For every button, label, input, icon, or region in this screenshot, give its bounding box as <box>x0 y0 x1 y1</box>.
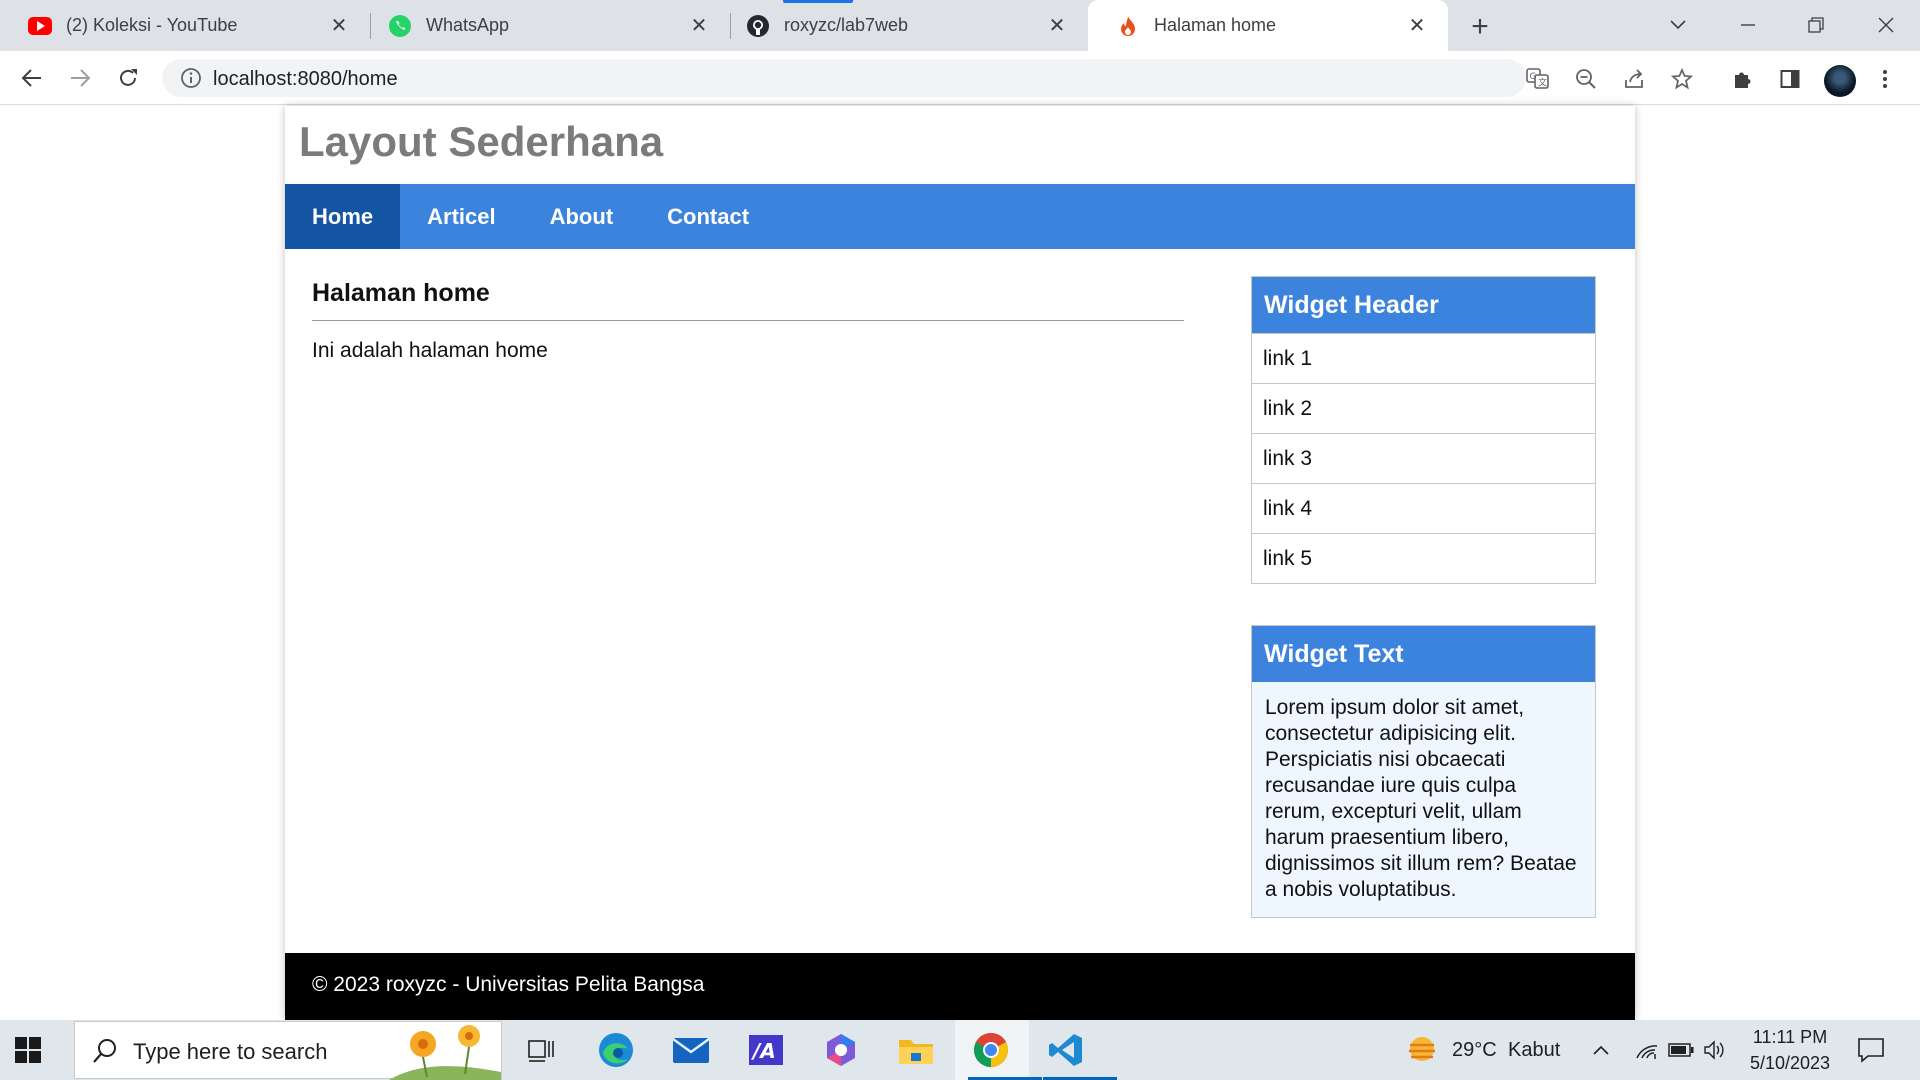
site-footer: © 2023 roxyzc - Universitas Pelita Bangs… <box>285 953 1635 1020</box>
flame-icon <box>1116 14 1140 38</box>
zoom-out-icon[interactable] <box>1574 67 1598 91</box>
search-highlight-flowers-icon <box>389 1022 501 1080</box>
site-title: Layout Sederhana <box>299 118 664 165</box>
search-placeholder: Type here to search <box>133 1039 328 1064</box>
share-icon[interactable] <box>1622 67 1646 91</box>
site-info-icon[interactable] <box>180 67 202 89</box>
main-nav: Home Articel About Contact <box>285 184 1635 249</box>
chrome-icon[interactable] <box>968 1028 1042 1080</box>
visual-studio-app-icon[interactable]: /A <box>743 1028 789 1072</box>
content-body: Ini adalah halaman home <box>312 339 548 362</box>
nav-link-articel[interactable]: Articel <box>400 184 522 249</box>
windows-taskbar: Type here to search /A 29°C Kabut 11:11 … <box>0 1020 1920 1080</box>
weather-icon[interactable] <box>1399 1028 1445 1072</box>
nav-link-about[interactable]: About <box>523 184 641 249</box>
windows-start-icon[interactable] <box>14 1036 42 1064</box>
notifications-icon[interactable] <box>1848 1028 1894 1072</box>
content-heading: Halaman home <box>312 279 1184 321</box>
widget-header-title: Widget Header <box>1252 277 1595 333</box>
weather-description[interactable]: Kabut <box>1508 1039 1560 1062</box>
new-tab-button[interactable]: + <box>1463 10 1497 44</box>
close-tab-icon[interactable]: ✕ <box>1404 12 1430 38</box>
reload-icon[interactable] <box>110 60 146 96</box>
tray-chevron-up-icon[interactable] <box>1586 1028 1616 1072</box>
main-content: Halaman home Ini adalah halaman home <box>312 279 1184 363</box>
window-close-icon[interactable] <box>1866 8 1906 42</box>
widget-link-1[interactable]: link 1 <box>1252 333 1595 383</box>
tab-whatsapp[interactable]: WhatsApp ✕ <box>360 0 731 51</box>
address-bar[interactable]: localhost:8080/home G文 <box>162 59 1693 97</box>
svg-text:文: 文 <box>1538 77 1547 89</box>
nav-link-home[interactable]: Home <box>285 184 401 249</box>
browser-toolbar: localhost:8080/home G文 <box>0 51 1920 105</box>
close-tab-icon[interactable]: ✕ <box>326 12 352 38</box>
restore-icon[interactable] <box>1796 8 1836 42</box>
svg-text:G: G <box>1530 72 1537 82</box>
back-arrow-icon[interactable] <box>14 60 50 96</box>
close-tab-icon[interactable]: ✕ <box>686 12 712 38</box>
kebab-menu-icon[interactable] <box>1872 66 1898 92</box>
tab-halaman-home[interactable]: Halaman home ✕ <box>1088 0 1448 51</box>
edge-browser-icon[interactable] <box>593 1028 639 1072</box>
search-icon <box>91 1037 119 1065</box>
minimize-icon[interactable] <box>1728 8 1768 42</box>
vscode-icon[interactable] <box>1043 1028 1117 1080</box>
microsoft-365-icon[interactable] <box>818 1028 864 1072</box>
github-icon <box>746 14 770 38</box>
tab-youtube[interactable]: (2) Koleksi - YouTube ✕ <box>0 0 371 51</box>
widget-link-3[interactable]: link 3 <box>1252 433 1595 483</box>
weather-temperature[interactable]: 29°C <box>1452 1039 1497 1062</box>
tab-title: roxyzc/lab7web <box>784 15 909 35</box>
page-viewport: Layout Sederhana Home Articel About Cont… <box>0 106 1920 1020</box>
widget-text: Widget Text Lorem ipsum dolor sit amet, … <box>1251 625 1596 918</box>
widget-text-title: Widget Text <box>1252 626 1595 682</box>
mail-icon[interactable] <box>668 1028 714 1072</box>
wifi-icon[interactable] <box>1632 1028 1662 1072</box>
close-tab-icon[interactable]: ✕ <box>1044 12 1070 38</box>
site-header: Layout Sederhana <box>285 106 1635 184</box>
widget-link-4[interactable]: link 4 <box>1252 483 1595 533</box>
widget-link-5[interactable]: link 5 <box>1252 533 1595 583</box>
taskbar-clock[interactable]: 11:11 PM 5/10/2023 <box>1740 1024 1840 1076</box>
widget-links: Widget Header link 1 link 2 link 3 link … <box>1251 276 1596 584</box>
tab-search-chevron-icon[interactable] <box>1658 8 1698 42</box>
taskbar-search[interactable]: Type here to search <box>74 1021 502 1080</box>
battery-icon[interactable] <box>1666 1028 1696 1072</box>
tab-title: Halaman home <box>1154 15 1277 35</box>
tab-github[interactable]: roxyzc/lab7web ✕ <box>718 0 1088 51</box>
tab-title: WhatsApp <box>426 15 510 35</box>
bookmark-star-icon[interactable] <box>1670 67 1694 91</box>
whatsapp-icon <box>388 14 412 38</box>
widget-link-2[interactable]: link 2 <box>1252 383 1595 433</box>
youtube-icon <box>28 14 52 38</box>
widget-text-body: Lorem ipsum dolor sit amet, consectetur … <box>1252 682 1595 917</box>
page-container: Layout Sederhana Home Articel About Cont… <box>285 106 1635 1020</box>
profile-avatar[interactable] <box>1824 65 1856 97</box>
file-explorer-icon[interactable] <box>893 1028 939 1072</box>
sidebar: Widget Header link 1 link 2 link 3 link … <box>1251 276 1596 959</box>
clock-date: 5/10/2023 <box>1749 1053 1831 1073</box>
extensions-puzzle-icon[interactable] <box>1729 66 1755 92</box>
clock-time: 11:11 PM <box>1752 1027 1828 1047</box>
translate-icon[interactable]: G文 <box>1526 67 1550 91</box>
forward-arrow-icon[interactable] <box>62 60 98 96</box>
side-panel-icon[interactable] <box>1777 66 1803 92</box>
browser-tab-strip: (2) Koleksi - YouTube ✕ WhatsApp ✕ roxyz… <box>0 0 1920 51</box>
nav-link-contact[interactable]: Contact <box>640 184 776 249</box>
volume-icon[interactable] <box>1700 1028 1730 1072</box>
task-view-icon[interactable] <box>518 1028 564 1072</box>
tab-title: (2) Koleksi - YouTube <box>66 15 238 35</box>
svg-text:/A: /A <box>751 1039 776 1063</box>
url-text[interactable]: localhost:8080/home <box>213 68 398 91</box>
